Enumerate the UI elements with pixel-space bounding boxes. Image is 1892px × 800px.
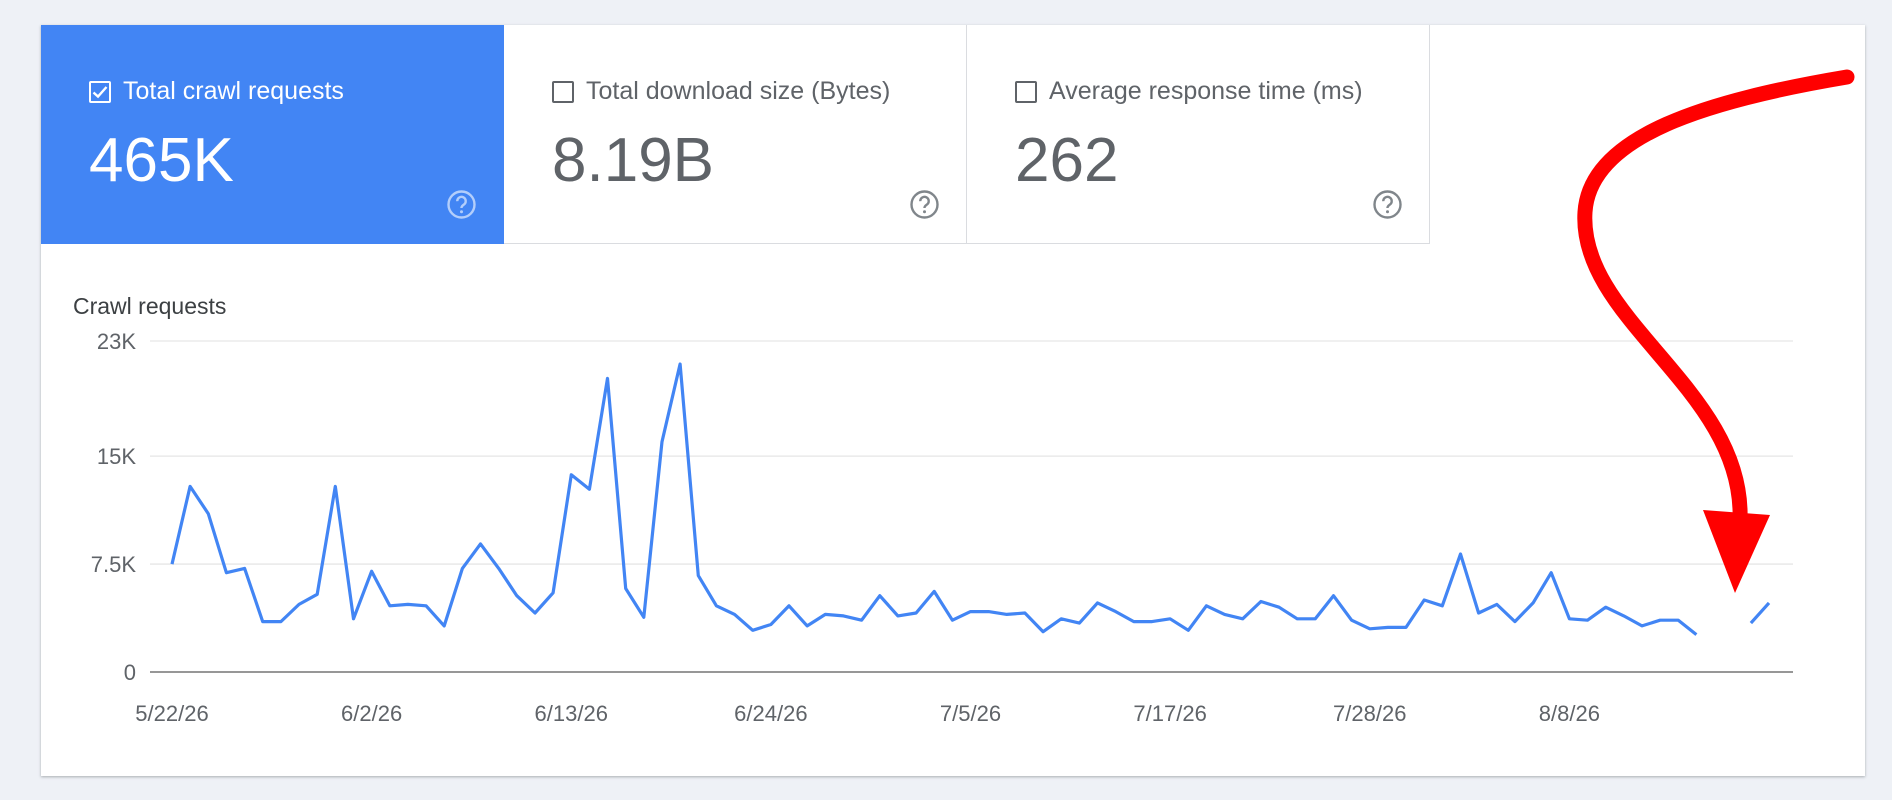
y-tick-label: 15K — [97, 444, 136, 469]
annotation-arrow — [1577, 69, 1855, 593]
x-tick-label: 5/22/26 — [135, 701, 208, 726]
x-tick-label: 6/13/26 — [535, 701, 608, 726]
x-tick-label: 7/28/26 — [1333, 701, 1406, 726]
x-tick-label: 6/24/26 — [734, 701, 807, 726]
x-tick-label: 7/17/26 — [1133, 701, 1206, 726]
crawl-requests-chart: 0 7.5K 15K 23K 5/22/26 6/2/26 6/13/26 6/24/26 7… — [91, 69, 1855, 726]
y-axis-ticks: 0 7.5K 15K 23K — [91, 329, 137, 685]
y-tick-label: 0 — [124, 660, 136, 685]
chart-grid — [150, 340, 1793, 673]
x-tick-label: 7/5/26 — [940, 701, 1001, 726]
annotation-arrow-head — [1703, 510, 1770, 593]
y-tick-label: 23K — [97, 329, 136, 354]
series-line — [170, 362, 1771, 636]
x-axis-ticks: 5/22/26 6/2/26 6/13/26 6/24/26 7/5/26 7/17/26… — [135, 701, 1600, 726]
annotation-arrow-stroke — [1577, 69, 1855, 528]
x-tick-label: 8/8/26 — [1539, 701, 1600, 726]
series-crawl-requests — [170, 362, 1771, 636]
y-tick-label: 7.5K — [91, 552, 137, 577]
x-tick-label: 6/2/26 — [341, 701, 402, 726]
